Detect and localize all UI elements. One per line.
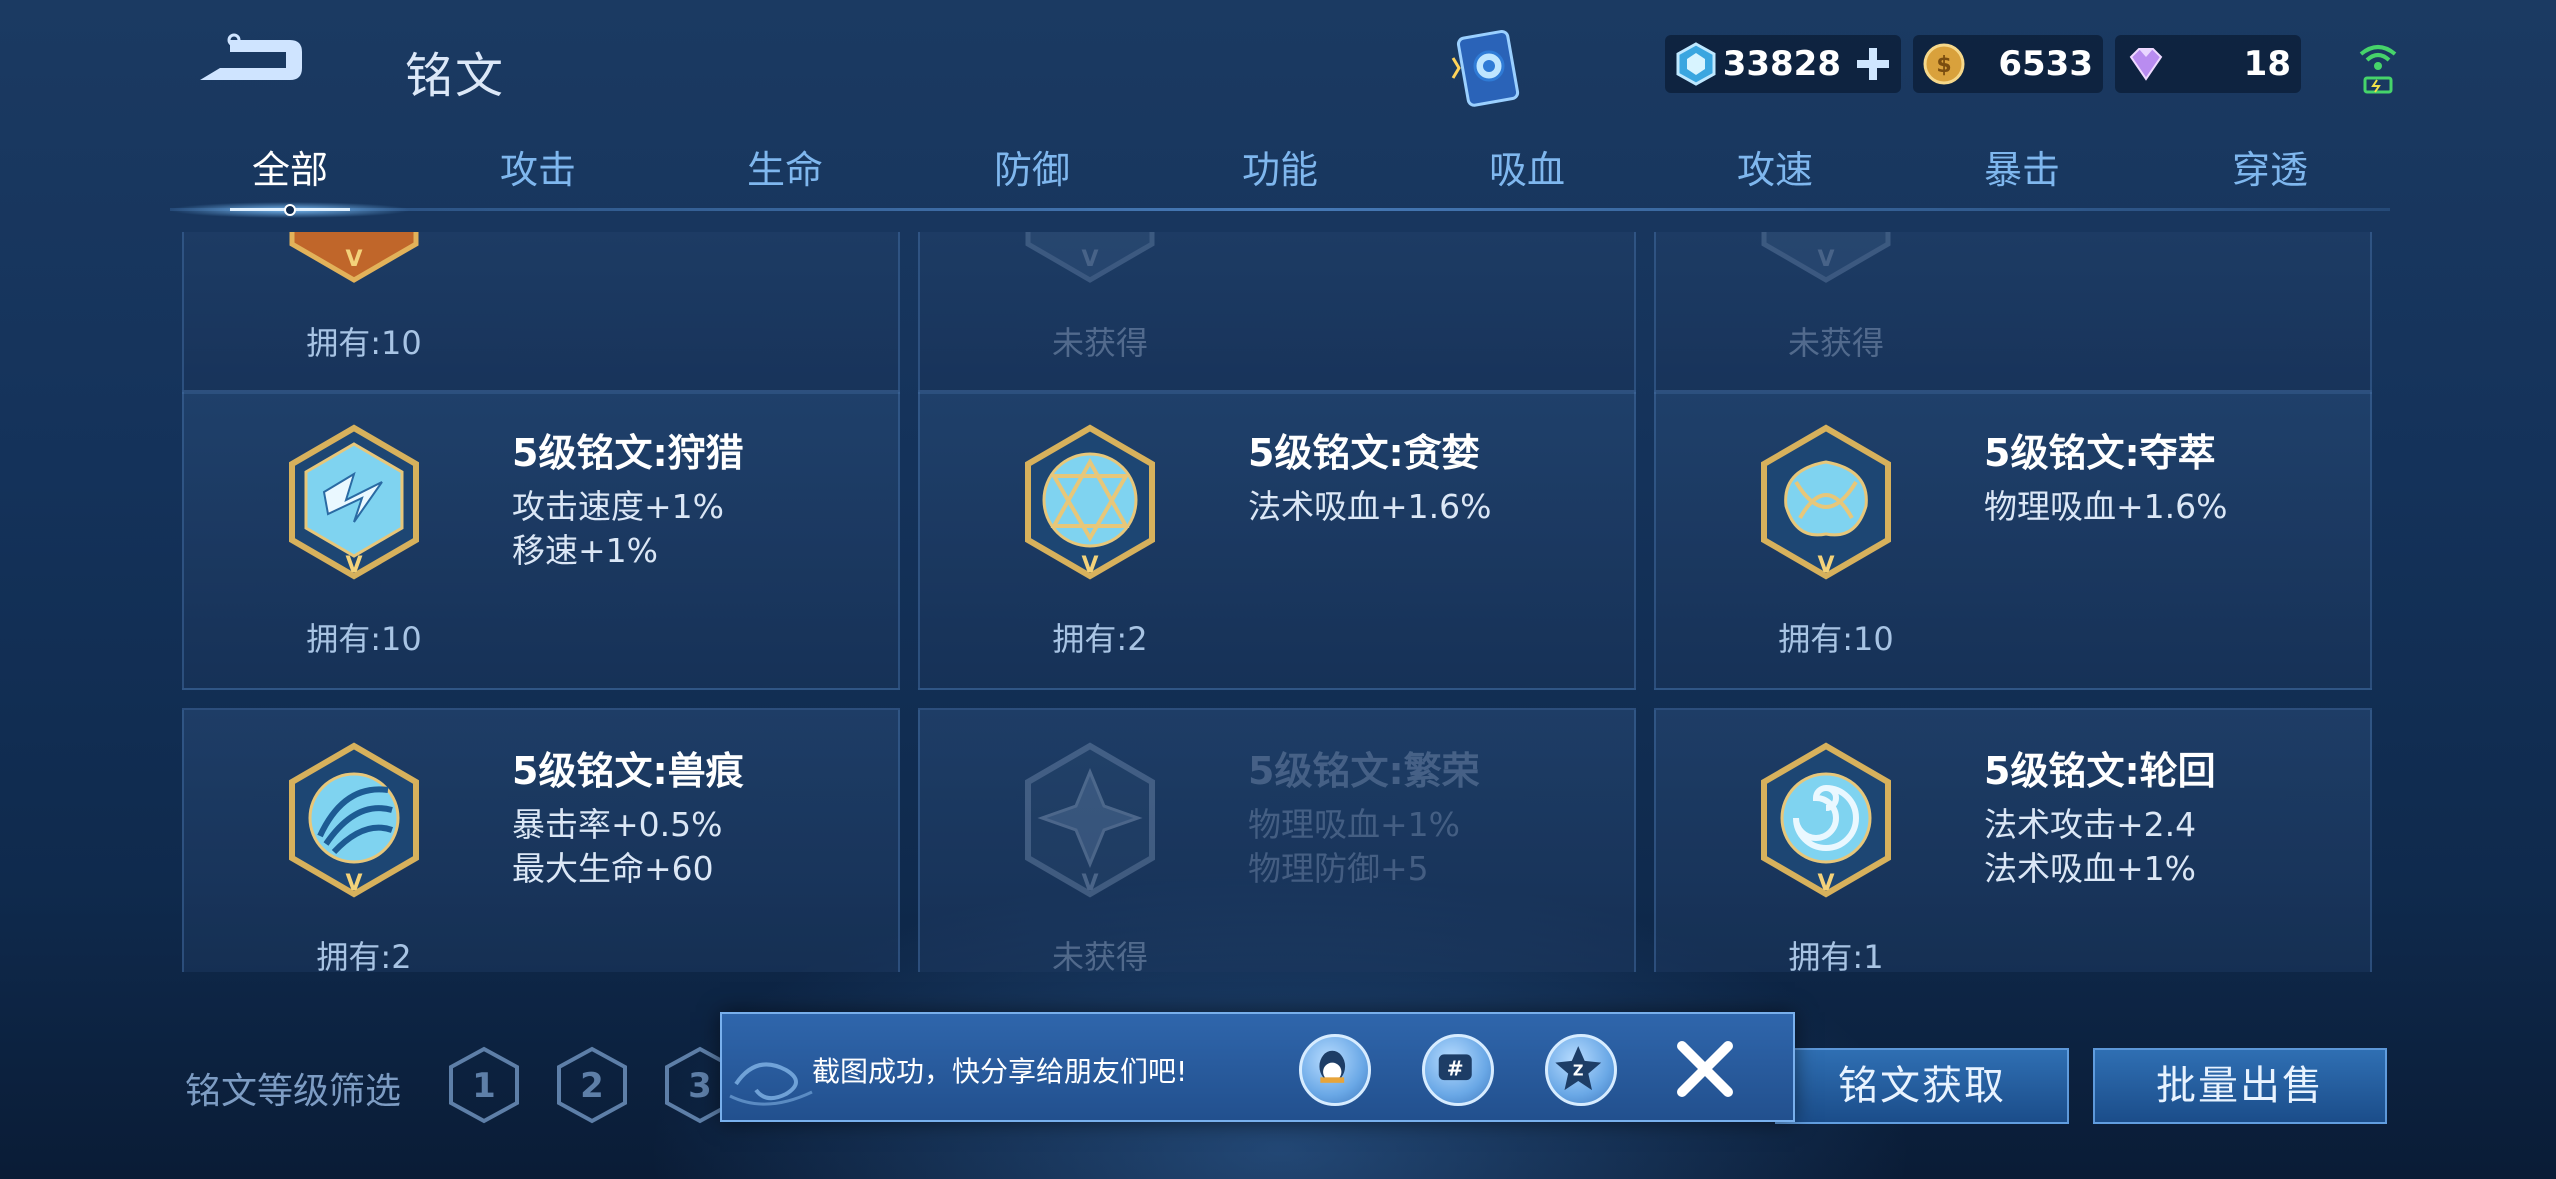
- inscription-emblem-icon: V: [1025, 232, 1155, 283]
- inscription-card-greed[interactable]: V 5级铭文:贪婪 法术吸血+1.6% 拥有:2: [918, 390, 1636, 690]
- active-tab-indicator: [170, 202, 410, 218]
- wifi-battery-icon: [2359, 45, 2397, 94]
- level-filter-1-button[interactable]: 1: [447, 1045, 521, 1125]
- inscription-attr: 法术吸血+1%: [1984, 849, 2197, 888]
- inscription-attr: 物理吸血+1%: [1248, 805, 1461, 844]
- svg-text:#: #: [1447, 1057, 1464, 1081]
- svg-text:V: V: [1081, 553, 1098, 578]
- fragment-currency: 33828: [1665, 35, 1901, 93]
- level-filter-2-button[interactable]: 2: [555, 1045, 629, 1125]
- owned-count: 拥有:10: [306, 620, 422, 658]
- owned-count: 拥有:1: [1788, 938, 1884, 972]
- share-moments-button[interactable]: #: [1422, 1034, 1494, 1106]
- inscription-name: 5级铭文:繁荣: [1248, 749, 1480, 793]
- inscription-emblem-icon: V: [289, 232, 419, 283]
- inscription-name: 5级铭文:狩猎: [512, 431, 744, 475]
- owned-count: 未获得: [1051, 324, 1148, 362]
- tab-defense[interactable]: 防御: [952, 140, 1112, 210]
- inscription-card-reincarnation[interactable]: V 5级铭文:轮回 法术攻击+2.4 法术吸血+1% 拥有:1: [1654, 708, 2372, 972]
- inscription-attr: 法术吸血+1.6%: [1248, 487, 1492, 526]
- wechat-moments-icon: #: [1438, 1054, 1472, 1081]
- beast-mark-emblem-icon: V: [289, 742, 419, 898]
- svg-text:V: V: [1817, 553, 1834, 578]
- inscription-attr: 最大生命+60: [512, 849, 714, 888]
- level-filter-1-label: 1: [472, 1066, 496, 1106]
- inscription-name: 5级铭文:贪婪: [1248, 431, 1480, 475]
- obtain-inscription-button[interactable]: 铭文获取: [1775, 1048, 2069, 1124]
- inscription-card[interactable]: V 拥有:10: [182, 232, 900, 394]
- gold-coin-icon: $: [1923, 43, 1965, 85]
- tab-penetration[interactable]: 穿透: [2190, 140, 2350, 210]
- swirl-decoration-icon: [729, 1062, 813, 1106]
- svg-text:V: V: [1817, 247, 1834, 272]
- inscription-card-prosperity[interactable]: V 5级铭文:繁荣 物理吸血+1% 物理防御+5 未获得: [918, 708, 1636, 972]
- inscription-screen: 铭文 33828 $ 6533 18 全部 攻击 生命 防御 功能 吸血 攻速 …: [0, 0, 2556, 1179]
- inscription-card-icon[interactable]: [1445, 28, 1535, 110]
- inscription-attr: 法术攻击+2.4: [1984, 805, 2197, 844]
- tab-attack[interactable]: 攻击: [458, 140, 618, 210]
- share-qq-button[interactable]: [1299, 1034, 1371, 1106]
- inscription-attr: 物理防御+5: [1248, 849, 1429, 888]
- inscription-name: 5级铭文:轮回: [1984, 749, 2216, 793]
- inscription-attr: 物理吸血+1.6%: [1984, 487, 2228, 526]
- page-title: 铭文: [405, 48, 506, 104]
- inscription-card-hunt[interactable]: V 5级铭文:狩猎 攻击速度+1% 移速+1% 拥有:10: [182, 390, 900, 690]
- gold-currency: $ 6533: [1913, 35, 2103, 93]
- svg-text:Z: Z: [1573, 1063, 1584, 1080]
- diamond-count: 18: [2243, 44, 2291, 84]
- inscription-card[interactable]: V 未获得: [1654, 232, 2372, 394]
- inscription-grid: V 拥有:10 V 未获得 V 未获得 V 5级铭文:狩猎 攻击速度+1% 移速…: [182, 232, 2372, 972]
- svg-text:V: V: [345, 553, 362, 578]
- greed-emblem-icon: V: [1025, 424, 1155, 580]
- inscription-card-seize[interactable]: V 5级铭文:夺萃 物理吸血+1.6% 拥有:10: [1654, 390, 2372, 690]
- svg-text:V: V: [345, 247, 362, 272]
- level-filter-label: 铭文等级筛选: [185, 1071, 402, 1112]
- owned-count: 拥有:2: [316, 938, 412, 972]
- close-icon[interactable]: [1672, 1036, 1738, 1102]
- svg-text:V: V: [1081, 871, 1098, 896]
- owned-count: 未获得: [1051, 938, 1148, 972]
- tab-attack-speed[interactable]: 攻速: [1695, 140, 1855, 210]
- owned-count: 拥有:10: [306, 324, 422, 362]
- inscription-attr: 移速+1%: [512, 531, 659, 570]
- svg-text:V: V: [1817, 871, 1834, 896]
- screenshot-share-toast: 截图成功，快分享给朋友们吧! # Z: [720, 1012, 1795, 1122]
- reincarnation-emblem-icon: V: [1761, 742, 1891, 898]
- seize-emblem-icon: V: [1761, 424, 1891, 580]
- level-filter-2-label: 2: [580, 1066, 604, 1106]
- tab-lifesteal[interactable]: 吸血: [1447, 140, 1607, 210]
- inscription-name: 5级铭文:夺萃: [1984, 431, 2216, 475]
- add-fragments-plus-icon[interactable]: [1851, 42, 1895, 86]
- inscription-card-beast-mark[interactable]: V 5级铭文:兽痕 暴击率+0.5% 最大生命+60 拥有:2: [182, 708, 900, 972]
- fragment-count: 33828: [1722, 44, 1841, 84]
- owned-count: 拥有:2: [1052, 620, 1148, 658]
- svg-text:V: V: [345, 871, 362, 896]
- bulk-sell-button[interactable]: 批量出售: [2093, 1048, 2387, 1124]
- share-qzone-button[interactable]: Z: [1545, 1034, 1617, 1106]
- qzone-icon: Z: [1555, 1046, 1602, 1091]
- diamond-icon: [2129, 48, 2163, 81]
- inscription-card[interactable]: V 未获得: [918, 232, 1636, 394]
- fragment-icon: [1676, 42, 1716, 86]
- tab-crit[interactable]: 暴击: [1942, 140, 2102, 210]
- inscription-attr: 攻击速度+1%: [512, 487, 725, 526]
- toast-message: 截图成功，快分享给朋友们吧!: [812, 1055, 1188, 1088]
- owned-count: 拥有:10: [1778, 620, 1894, 658]
- svg-text:V: V: [1081, 247, 1098, 272]
- inscription-attr: 暴击率+0.5%: [512, 805, 723, 844]
- inscription-emblem-icon: V: [1761, 232, 1891, 283]
- tab-utility[interactable]: 功能: [1200, 140, 1360, 210]
- inscription-name: 5级铭文:兽痕: [512, 749, 744, 793]
- gold-count: 6533: [1998, 44, 2093, 84]
- prosperity-emblem-icon: V: [1025, 742, 1155, 898]
- level-filter-3-label: 3: [688, 1066, 712, 1106]
- owned-count: 未获得: [1787, 324, 1884, 362]
- tab-health[interactable]: 生命: [705, 140, 865, 210]
- tab-divider: [170, 208, 2390, 211]
- back-arrow-icon[interactable]: [190, 30, 310, 90]
- hunt-emblem-icon: V: [289, 424, 419, 580]
- qq-icon: [1319, 1050, 1346, 1083]
- diamond-currency: 18: [2115, 35, 2301, 93]
- svg-text:$: $: [1936, 53, 1951, 78]
